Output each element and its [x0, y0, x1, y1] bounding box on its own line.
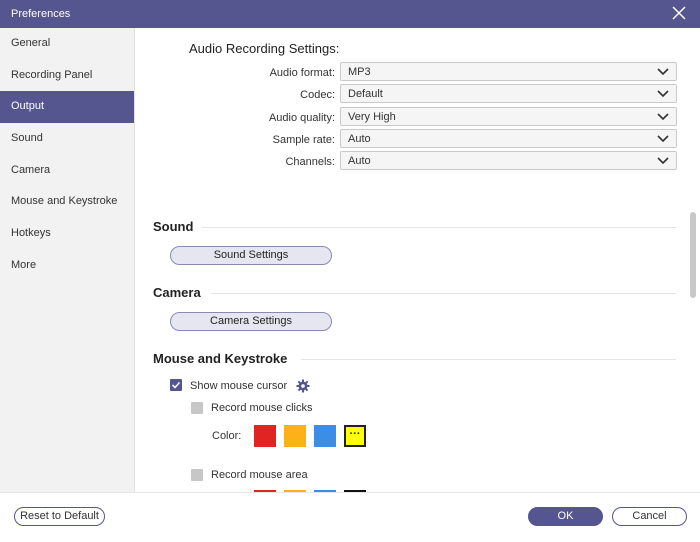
camera-heading: Camera	[153, 285, 201, 300]
audio-quality-value: Very High	[348, 111, 396, 123]
color-swatch-orange[interactable]	[284, 425, 306, 447]
sidebar-item-recording-panel[interactable]: Recording Panel	[0, 60, 134, 92]
more-colors-button[interactable]: ···	[344, 425, 366, 447]
sidebar: General Recording Panel Output Sound Cam…	[0, 28, 135, 492]
record-mouse-clicks-checkbox[interactable]	[191, 402, 203, 414]
audio-settings-heading: Audio Recording Settings:	[189, 41, 340, 56]
sidebar-item-mouse-and-keystroke[interactable]: Mouse and Keystroke	[0, 186, 134, 218]
color-swatch-red[interactable]	[254, 425, 276, 447]
sample-rate-label: Sample rate:	[272, 134, 335, 146]
sidebar-item-output[interactable]: Output	[0, 91, 134, 124]
audio-format-label: Audio format:	[269, 67, 335, 79]
chevron-down-icon	[657, 157, 669, 165]
settings-content: Audio Recording Settings: Audio format: …	[136, 28, 688, 492]
chevron-down-icon	[657, 68, 669, 76]
codec-select[interactable]: Default	[340, 84, 677, 103]
sidebar-item-hotkeys[interactable]: Hotkeys	[0, 218, 134, 250]
audio-format-select[interactable]: MP3	[340, 62, 677, 81]
sidebar-item-sound[interactable]: Sound	[0, 123, 134, 155]
checkmark-icon	[171, 381, 181, 389]
cancel-button[interactable]: Cancel	[612, 507, 687, 526]
camera-settings-button[interactable]: Camera Settings	[170, 312, 332, 331]
sound-settings-button[interactable]: Sound Settings	[170, 246, 332, 265]
record-mouse-area-label: Record mouse area	[211, 469, 308, 481]
chevron-down-icon	[657, 135, 669, 143]
color-swatch-blue[interactable]	[314, 425, 336, 447]
channels-value: Auto	[348, 155, 371, 167]
audio-quality-select[interactable]: Very High	[340, 107, 677, 126]
close-icon[interactable]	[672, 6, 686, 20]
window-title: Preferences	[11, 8, 71, 20]
channels-label: Channels:	[285, 156, 335, 168]
gear-icon[interactable]	[296, 379, 310, 393]
codec-value: Default	[348, 88, 383, 100]
codec-label: Codec:	[300, 89, 335, 101]
sound-heading: Sound	[153, 219, 194, 234]
ok-button[interactable]: OK	[528, 507, 603, 526]
audio-quality-label: Audio quality:	[268, 112, 335, 124]
sidebar-item-camera[interactable]: Camera	[0, 155, 134, 187]
show-mouse-cursor-checkbox[interactable]	[170, 379, 182, 391]
show-mouse-cursor-label: Show mouse cursor	[190, 380, 288, 392]
chevron-down-icon	[657, 113, 669, 121]
audio-format-value: MP3	[348, 66, 371, 78]
color-label: Color:	[212, 430, 242, 442]
reset-to-default-button[interactable]: Reset to Default	[14, 507, 105, 526]
divider	[211, 293, 676, 294]
footer: Reset to Default OK Cancel	[0, 492, 700, 542]
divider	[202, 227, 676, 228]
channels-select[interactable]: Auto	[340, 151, 677, 170]
scrollbar-thumb[interactable]	[690, 212, 696, 298]
sidebar-item-more[interactable]: More	[0, 250, 134, 282]
record-mouse-clicks-label: Record mouse clicks	[211, 402, 313, 414]
more-glyph: ···	[349, 428, 361, 440]
record-mouse-area-checkbox[interactable]	[191, 469, 203, 481]
chevron-down-icon	[657, 90, 669, 98]
sample-rate-value: Auto	[348, 133, 371, 145]
title-bar: Preferences	[0, 0, 700, 28]
sample-rate-select[interactable]: Auto	[340, 129, 677, 148]
sidebar-item-general[interactable]: General	[0, 28, 134, 60]
divider	[301, 359, 676, 360]
mouse-keystroke-heading: Mouse and Keystroke	[153, 351, 288, 366]
